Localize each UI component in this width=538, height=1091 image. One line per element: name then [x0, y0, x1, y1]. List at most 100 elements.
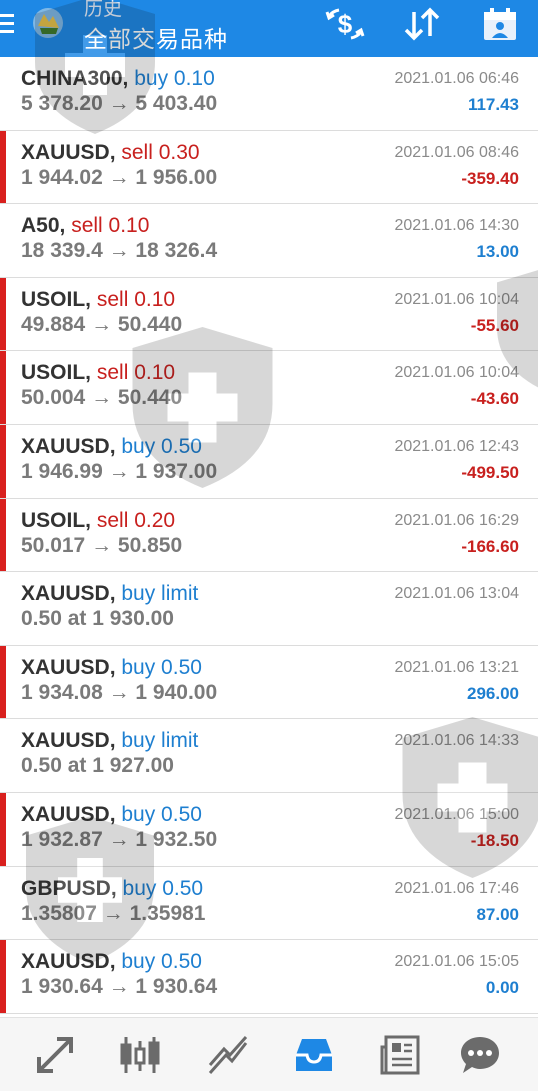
bottom-navigation — [0, 1017, 538, 1091]
trade-profit: 87.00 — [476, 904, 519, 924]
trade-profit: -18.50 — [470, 830, 519, 850]
status-bar — [0, 792, 6, 866]
comma-separator: , — [122, 67, 135, 90]
symbol: USOIL — [21, 361, 86, 385]
trade-profit: -359.40 — [461, 168, 519, 188]
price-range: 1 944.02 → 1 956.00 — [21, 165, 218, 189]
app-header: 历史 全部交易品种 $ — [0, 0, 538, 57]
symbol: XAUUSD — [21, 140, 110, 164]
symbol: XAUUSD — [21, 582, 110, 606]
trade-row[interactable]: A50, sell 0.10 18 339.4 → 18 326.4 2021.01… — [0, 204, 538, 278]
trade-profit: 117.43 — [467, 95, 519, 114]
trade-time: 2021.01.06 17:46 — [394, 879, 519, 897]
symbol: XAUUSD — [21, 729, 110, 753]
app-logo-icon — [30, 4, 66, 40]
trade-row[interactable]: USOIL, sell 0.10 50.004 → 50.440 2021.01.0… — [0, 351, 538, 425]
comma-separator: , — [109, 434, 122, 458]
trade-direction: sell 0.10 — [96, 361, 176, 385]
trade-direction: buy 0.50 — [121, 950, 202, 974]
comma-separator: , — [109, 950, 122, 974]
header-subtitle: 历史 — [84, 0, 123, 20]
trade-row[interactable]: USOIL, sell 0.20 50.017 → 50.850 2021.01.0… — [0, 498, 538, 573]
trade-profit: 0.00 — [485, 978, 519, 998]
news-icon[interactable] — [378, 1033, 422, 1077]
price-range: 1 934.08 → 1 940.00 — [21, 680, 218, 704]
trade-title: XAUUSD, buy 0.50 — [21, 950, 202, 974]
menu-icon[interactable] — [0, 14, 14, 34]
history-icon[interactable] — [292, 1033, 336, 1077]
chart-icon[interactable] — [118, 1033, 162, 1077]
comma-separator: , — [109, 140, 122, 164]
trade-profit: -166.60 — [461, 536, 519, 556]
trade-row[interactable]: XAUUSD, buy 0.50 1 930.64 → 1 930.64 2021.… — [0, 940, 538, 1014]
comma-separator: , — [85, 361, 97, 385]
price-range: 5 378.20 → 5 403.40 — [21, 92, 218, 115]
trade-profit: -55.60 — [470, 315, 519, 335]
trade-profit: -499.50 — [461, 462, 519, 482]
symbol: XAUUSD — [21, 434, 110, 458]
trade-row[interactable]: XAUUSD, buy 0.50 1 946.99 → 1 937.00 2021.… — [0, 424, 538, 499]
trade-time: 2021.01.06 12:43 — [394, 437, 519, 455]
trade-row[interactable]: XAUUSD, sell 0.30 1 944.02 → 1 956.00 2021… — [0, 130, 538, 205]
symbol: A50 — [21, 214, 60, 238]
symbol: XAUUSD — [21, 655, 110, 679]
trade-profit: 13.00 — [476, 242, 519, 262]
price-range: 1 946.99 → 1 937.00 — [21, 459, 218, 483]
header-title[interactable]: 全部交易品种 — [84, 20, 228, 54]
symbol: XAUUSD — [21, 802, 110, 826]
trade-row[interactable]: XAUUSD, buy 0.50 1 934.08 → 1 940.00 2021.… — [0, 645, 538, 720]
status-bar — [0, 351, 6, 424]
trade-time: 2021.01.06 13:04 — [394, 585, 519, 603]
status-bar — [0, 498, 6, 572]
price-range: 1 932.87 → 1 932.50 — [21, 827, 218, 851]
status-bar — [0, 424, 6, 498]
trade-title: XAUUSD, buy 0.50 — [21, 656, 202, 680]
price-range: 1 930.64 → 1 930.64 — [21, 975, 218, 999]
price-range: 50.004 → 50.440 — [21, 386, 183, 410]
trade-direction: buy 0.50 — [122, 876, 204, 900]
trade-direction: sell 0.10 — [96, 287, 176, 311]
price-range: 1.35807 → 1.35981 — [21, 901, 206, 925]
price-range: 0.50 at 1 927.00 — [21, 754, 174, 778]
chat-icon[interactable] — [458, 1033, 502, 1077]
status-bar — [0, 645, 6, 719]
trade-time: 2021.01.06 15:00 — [394, 805, 519, 823]
trade-title: XAUUSD, buy limit — [21, 729, 198, 753]
trade-time: 2021.01.06 13:21 — [394, 658, 519, 676]
trade-title: XAUUSD, buy limit — [21, 582, 198, 606]
trade-time: 2021.01.06 15:05 — [394, 953, 519, 971]
trade-direction: sell 0.20 — [96, 508, 176, 532]
trade-time: 2021.01.06 08:46 — [394, 143, 519, 161]
trade-icon[interactable] — [206, 1033, 250, 1077]
price-range: 50.017 → 50.850 — [21, 533, 183, 557]
trade-direction: buy 0.50 — [121, 655, 202, 679]
status-bar — [0, 130, 6, 204]
trade-title: USOIL, sell 0.10 — [21, 361, 175, 385]
trade-direction: buy 0.50 — [121, 802, 202, 826]
trade-row[interactable]: USOIL, sell 0.10 49.884 → 50.440 2021.01.0… — [0, 277, 538, 352]
trade-direction: sell 0.30 — [121, 140, 200, 164]
trade-row[interactable]: XAUUSD, buy limit 0.50 at 1 927.00 2021.01… — [0, 719, 538, 793]
price-range: 0.50 at 1 930.00 — [21, 607, 174, 631]
price-range: 49.884 → 50.440 — [21, 312, 183, 336]
trade-profit: -43.60 — [470, 389, 519, 409]
sort-icon[interactable] — [402, 6, 442, 42]
currency-filter-icon[interactable]: $ — [325, 6, 365, 42]
trade-time: 2021.01.06 10:04 — [394, 290, 519, 308]
trade-row[interactable]: XAUUSD, buy 0.50 1 932.87 → 1 932.50 2021.… — [0, 792, 538, 867]
trade-title: XAUUSD, buy 0.50 — [21, 803, 202, 827]
trade-profit: 296.00 — [467, 683, 519, 703]
trade-row[interactable]: XAUUSD, buy limit 0.50 at 1 930.00 2021.01… — [0, 572, 538, 646]
comma-separator: , — [85, 287, 97, 311]
trade-row[interactable]: GBPUSD, buy 0.50 1.35807 → 1.35981 2021.01… — [0, 866, 538, 941]
trade-time: 2021.01.06 14:30 — [394, 217, 519, 235]
quotes-icon[interactable] — [33, 1033, 77, 1077]
comma-separator: , — [109, 729, 122, 753]
symbol: CHINA300 — [21, 67, 123, 90]
svg-text:$: $ — [338, 9, 353, 39]
trade-title: XAUUSD, buy 0.50 — [21, 435, 202, 459]
trade-title: A50, sell 0.10 — [21, 214, 149, 238]
trade-history-list: CHINA300, buy 0.10 5 378.20 → 5 403.40 202… — [0, 57, 538, 1014]
trade-row[interactable]: CHINA300, buy 0.10 5 378.20 → 5 403.40 202… — [0, 57, 538, 131]
calendar-icon[interactable] — [480, 6, 520, 42]
